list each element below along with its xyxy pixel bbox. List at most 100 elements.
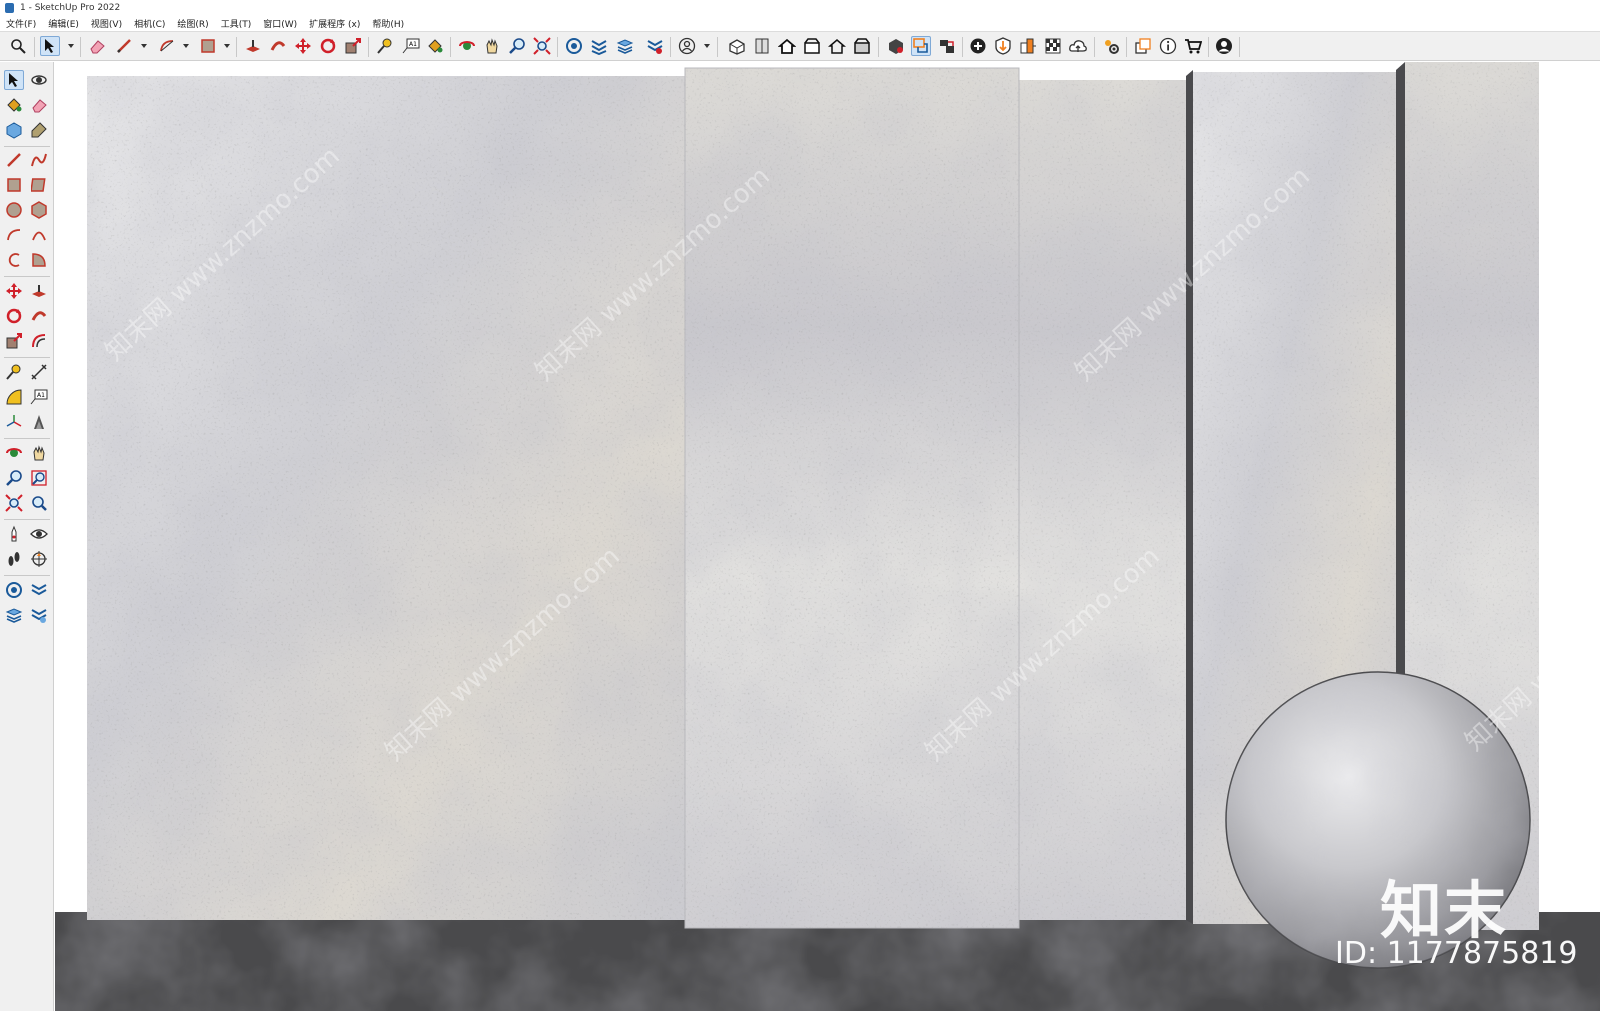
cart-icon[interactable] (1183, 36, 1203, 56)
text-tool-icon[interactable]: A1 (29, 387, 49, 407)
warehouse-icon[interactable] (1043, 36, 1063, 56)
select-dropdown-icon[interactable] (68, 44, 74, 48)
account-icon[interactable] (1214, 36, 1234, 56)
zoom-extents-icon[interactable] (532, 36, 552, 56)
scale-icon[interactable] (343, 36, 363, 56)
circle-tool-icon[interactable] (4, 200, 24, 220)
orbit-tool-icon[interactable] (29, 70, 49, 90)
drape-tool-icon[interactable] (29, 605, 49, 625)
paint-bucket-icon[interactable] (425, 36, 445, 56)
zoom-icon[interactable] (8, 36, 28, 56)
two-point-arc-tool-icon[interactable] (29, 225, 49, 245)
pencil-icon[interactable] (114, 36, 134, 56)
extension-manager-icon[interactable] (1101, 36, 1121, 56)
protractor-tool-icon[interactable] (4, 387, 24, 407)
offset-tool-icon[interactable] (29, 331, 49, 351)
paint-tool-icon[interactable] (4, 95, 24, 115)
section-plane-icon[interactable] (589, 36, 609, 56)
select-tool-icon[interactable] (4, 70, 24, 90)
rotate-icon[interactable] (318, 36, 338, 56)
follow-me-icon[interactable] (268, 36, 288, 56)
text-icon[interactable]: A1 (401, 36, 421, 56)
follow-me-tool-icon[interactable] (29, 306, 49, 326)
rectangle-icon[interactable] (198, 36, 218, 56)
back-view-icon[interactable] (827, 36, 847, 56)
sandbox-tool-icon[interactable] (4, 580, 24, 600)
menu-extensions[interactable]: 扩展程序 (x) (309, 17, 360, 30)
user-dropdown-icon[interactable] (704, 44, 710, 48)
solid-tools-icon[interactable] (993, 36, 1013, 56)
pie-tool-icon[interactable] (29, 250, 49, 270)
three-point-arc-tool-icon[interactable] (4, 250, 24, 270)
pencil-dropdown-icon[interactable] (141, 44, 147, 48)
section-plane-tool-icon[interactable] (29, 549, 49, 569)
component-icon[interactable] (886, 36, 906, 56)
scale-tool-icon[interactable] (4, 331, 24, 351)
push-pull-tool-icon[interactable] (29, 281, 49, 301)
dimension-tool-icon[interactable] (29, 362, 49, 382)
freehand-tool-icon[interactable] (29, 150, 49, 170)
line-tool-icon[interactable] (4, 150, 24, 170)
zoom-extents-view-icon[interactable] (4, 493, 24, 513)
rectangle-tool-icon[interactable] (4, 175, 24, 195)
rectangle-dropdown-icon[interactable] (224, 44, 230, 48)
group-icon[interactable] (911, 36, 931, 56)
polygon-tool-icon[interactable] (29, 200, 49, 220)
contour-tool-icon[interactable] (29, 580, 49, 600)
menu-tools[interactable]: 工具(T) (221, 17, 252, 30)
sandbox-icon[interactable] (564, 36, 584, 56)
make-component-icon[interactable] (4, 120, 24, 140)
add-location-icon[interactable] (968, 36, 988, 56)
arc-dropdown-icon[interactable] (183, 44, 189, 48)
styles-icon[interactable] (645, 36, 665, 56)
geo-icon[interactable] (1018, 36, 1038, 56)
orbit-icon[interactable] (457, 36, 477, 56)
pan-icon[interactable] (482, 36, 502, 56)
push-pull-icon[interactable] (243, 36, 263, 56)
arc-tool-icon[interactable] (4, 225, 24, 245)
front-view-icon[interactable] (777, 36, 797, 56)
menu-view[interactable]: 视图(V) (91, 17, 122, 30)
menu-edit[interactable]: 编辑(E) (48, 17, 79, 30)
zoom-view-icon[interactable] (4, 468, 24, 488)
tape-measure-icon[interactable] (375, 36, 395, 56)
previous-view-icon[interactable] (29, 493, 49, 513)
arc-icon[interactable] (157, 36, 177, 56)
right-view-icon[interactable] (802, 36, 822, 56)
zoom-tool-icon[interactable] (507, 36, 527, 56)
iso-view-icon[interactable] (727, 36, 747, 56)
menu-help[interactable]: 帮助(H) (372, 17, 404, 30)
modeling-viewport[interactable]: 知末网 www.znzmo.com 知末网 www.znzmo.com 知末网 … (55, 62, 1600, 1011)
tag-tool-icon[interactable] (29, 120, 49, 140)
menu-file[interactable]: 文件(F) (6, 17, 36, 30)
dynamic-component-icon[interactable] (1133, 36, 1153, 56)
3d-text-tool-icon[interactable] (29, 412, 49, 432)
user-icon[interactable] (677, 36, 697, 56)
stamp-tool-icon[interactable] (4, 605, 24, 625)
axes-tool-icon[interactable] (4, 412, 24, 432)
sketchup-logo-icon (5, 3, 14, 13)
move-tool-icon[interactable] (4, 281, 24, 301)
rotated-rectangle-tool-icon[interactable] (29, 175, 49, 195)
menu-window[interactable]: 窗口(W) (263, 17, 297, 30)
menu-draw[interactable]: 绘图(R) (177, 17, 208, 30)
walk-icon[interactable] (4, 549, 24, 569)
move-icon[interactable] (293, 36, 313, 56)
left-view-icon[interactable] (852, 36, 872, 56)
zoom-window-icon[interactable] (29, 468, 49, 488)
select-icon[interactable] (40, 36, 60, 56)
top-view-icon[interactable] (752, 36, 772, 56)
position-camera-icon[interactable] (4, 524, 24, 544)
info-icon[interactable] (1158, 36, 1178, 56)
layers-icon[interactable] (615, 36, 635, 56)
orbit-view-icon[interactable] (4, 443, 24, 463)
scene-icon[interactable] (937, 36, 957, 56)
eraser-icon[interactable] (87, 36, 107, 56)
tape-measure-tool-icon[interactable] (4, 362, 24, 382)
cloud-upload-icon[interactable] (1068, 36, 1088, 56)
menu-camera[interactable]: 相机(C) (134, 17, 165, 30)
look-around-icon[interactable] (29, 524, 49, 544)
rotate-tool-icon[interactable] (4, 306, 24, 326)
pan-view-icon[interactable] (29, 443, 49, 463)
eraser-tool-icon[interactable] (29, 95, 49, 115)
